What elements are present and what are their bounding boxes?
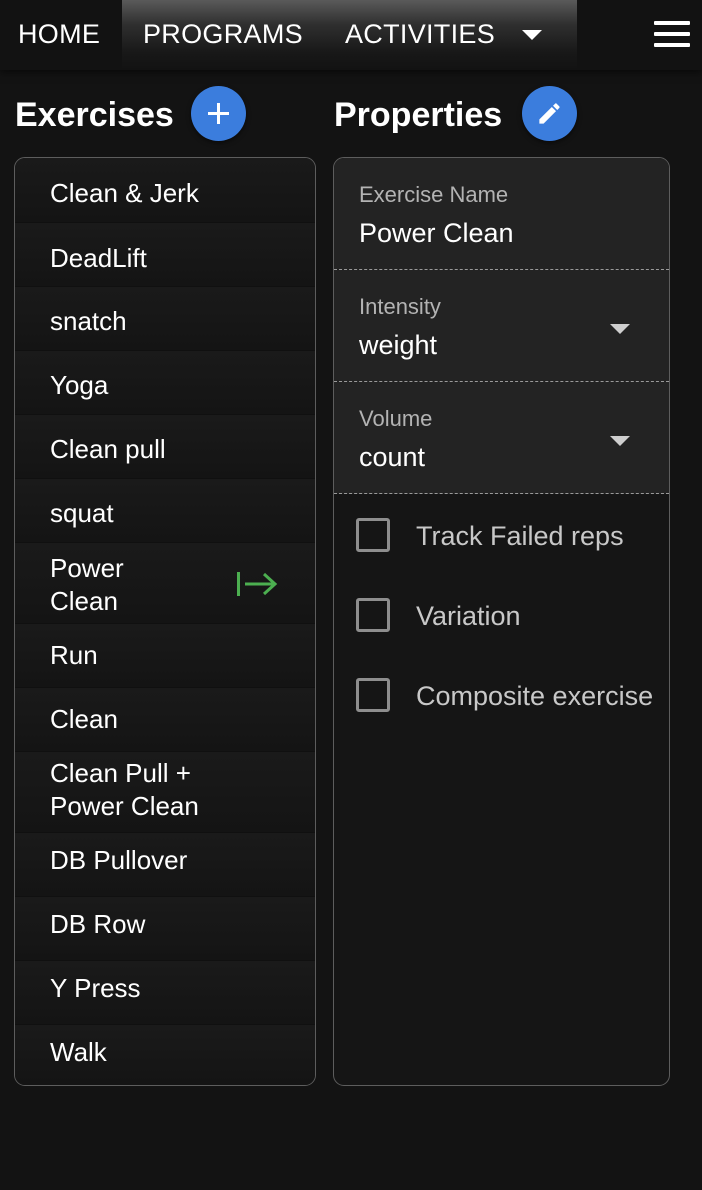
list-item-label: Yoga — [50, 370, 109, 400]
arrow-to-right-icon[interactable] — [235, 570, 279, 598]
activities-dropdown-caret-icon[interactable] — [522, 30, 542, 40]
properties-panel: Exercise Name Power Clean Intensity weig… — [333, 157, 670, 1086]
volume-value: count — [359, 442, 426, 472]
list-item-label: Walk — [50, 1037, 107, 1067]
nav-programs-link[interactable]: PROGRAMS — [143, 18, 303, 50]
volume-select[interactable]: Volume count — [334, 382, 669, 494]
list-item-label: Clean Pull + Power Clean — [50, 758, 199, 821]
list-item-label: Clean & Jerk — [50, 178, 199, 208]
volume-label: Volume — [359, 406, 433, 431]
intensity-label: Intensity — [359, 294, 441, 319]
hamburger-menu-icon[interactable] — [654, 21, 690, 47]
list-item-label: DB Row — [50, 909, 146, 939]
chevron-down-icon — [610, 436, 630, 446]
nav-home-link[interactable]: HOME — [18, 18, 100, 50]
track-failed-reps-option[interactable]: Track Failed reps — [334, 507, 669, 567]
list-item-db-pullover[interactable]: DB Pullover — [15, 833, 315, 897]
composite-exercise-checkbox[interactable] — [356, 678, 390, 712]
list-item-label: Power Clean — [50, 553, 124, 616]
list-item-walk[interactable]: Walk — [15, 1025, 315, 1085]
list-item-power-clean[interactable]: Power Clean — [15, 543, 315, 624]
list-item-clean-and-jerk[interactable]: Clean & Jerk — [15, 158, 315, 223]
composite-exercise-option[interactable]: Composite exercise — [334, 667, 669, 727]
plus-icon — [208, 103, 229, 124]
list-item-run[interactable]: Run — [15, 624, 315, 688]
list-item-squat[interactable]: squat — [15, 479, 315, 543]
list-item-db-row[interactable]: DB Row — [15, 897, 315, 961]
nav-activities-link[interactable]: ACTIVITIES — [345, 18, 495, 50]
list-item-label: Y Press — [50, 973, 141, 1003]
pencil-icon — [539, 103, 560, 124]
exercises-list: Clean & Jerk DeadLift snatch Yoga Clean … — [14, 157, 316, 1086]
variation-option[interactable]: Variation — [334, 587, 669, 647]
exercise-name-value[interactable]: Power Clean — [359, 216, 514, 250]
list-item-y-press[interactable]: Y Press — [15, 961, 315, 1025]
list-item-label: snatch — [50, 306, 127, 336]
list-item-clean-pull[interactable]: Clean pull — [15, 415, 315, 479]
list-item-clean-pull-power-clean[interactable]: Clean Pull + Power Clean — [15, 752, 315, 833]
list-item-label: DeadLift — [50, 243, 147, 273]
variation-label: Variation — [416, 601, 521, 631]
list-item-label: Clean pull — [50, 434, 166, 464]
add-exercise-button[interactable] — [191, 86, 246, 141]
exercises-heading: Exercises — [15, 96, 174, 134]
variation-checkbox[interactable] — [356, 598, 390, 632]
chevron-down-icon — [610, 324, 630, 334]
list-item-label: DB Pullover — [50, 845, 188, 875]
list-item-label: Clean — [50, 704, 118, 734]
list-item-label: Run — [50, 640, 98, 670]
intensity-value: weight — [359, 330, 438, 360]
list-item-clean[interactable]: Clean — [15, 688, 315, 752]
list-item-snatch[interactable]: snatch — [15, 287, 315, 351]
exercise-name-field[interactable]: Exercise Name Power Clean — [334, 158, 669, 270]
track-failed-reps-label: Track Failed reps — [416, 521, 624, 551]
list-item-label: squat — [50, 498, 114, 528]
list-item-deadlift[interactable]: DeadLift — [15, 223, 315, 287]
top-nav-bar: HOME PROGRAMS ACTIVITIES — [0, 0, 702, 70]
composite-exercise-label: Composite exercise — [416, 681, 654, 711]
intensity-select[interactable]: Intensity weight — [334, 270, 669, 382]
edit-properties-button[interactable] — [522, 86, 577, 141]
properties-heading: Properties — [334, 96, 503, 134]
list-item-yoga[interactable]: Yoga — [15, 351, 315, 415]
exercise-name-label: Exercise Name — [359, 182, 509, 207]
track-failed-reps-checkbox[interactable] — [356, 518, 390, 552]
